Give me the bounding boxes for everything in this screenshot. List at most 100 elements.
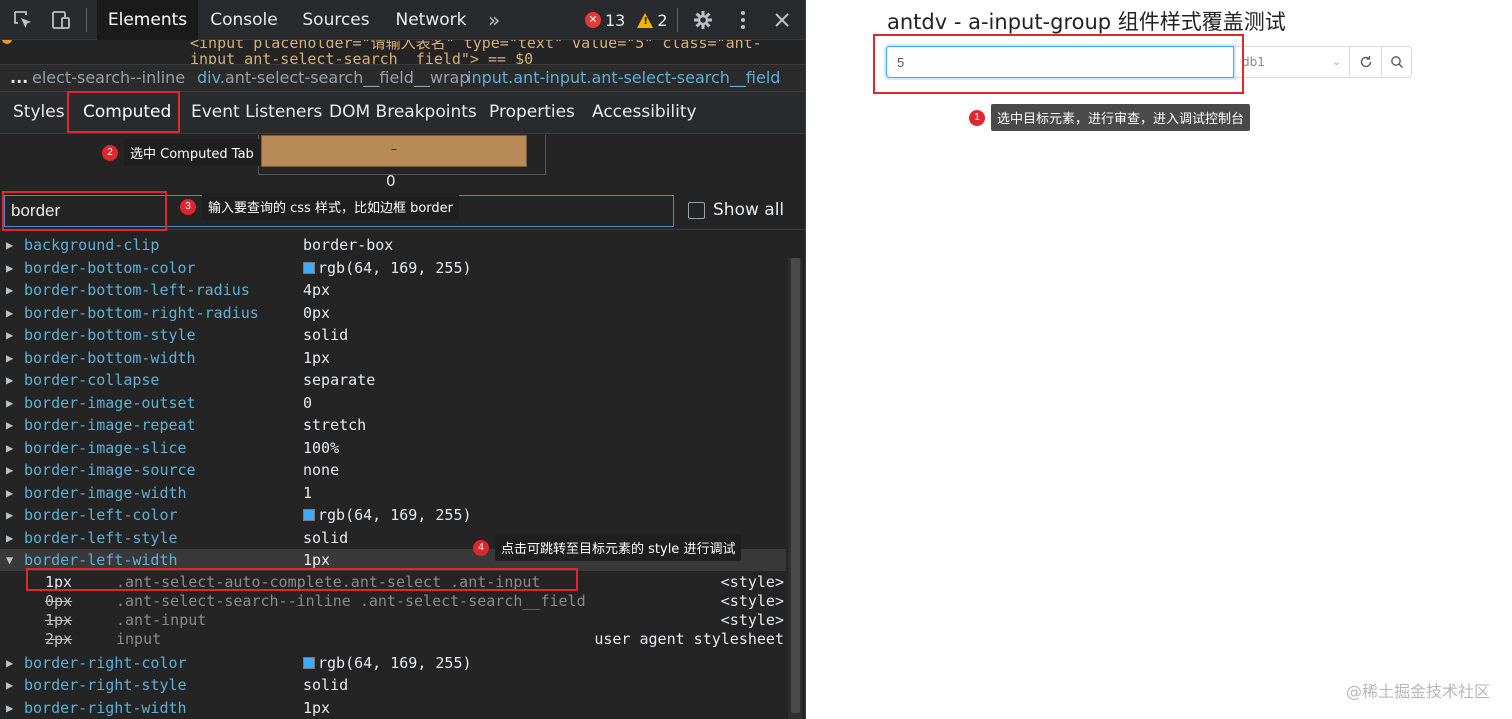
expand-triangle-icon[interactable]: ▶: [6, 652, 13, 674]
property-value-text: 1: [303, 483, 313, 502]
dom-code-line-2[interactable]: input ant-select-search__field"> == $0: [190, 50, 533, 64]
breadcrumb-item[interactable]: elect-search--inline: [32, 65, 185, 91]
property-value: separate: [303, 369, 375, 391]
show-all-checkbox[interactable]: [688, 201, 705, 219]
computed-property-row[interactable]: ▶ border-bottom-color rgb(64, 169, 255): [0, 257, 786, 279]
trace-source-link[interactable]: user agent stylesheet: [594, 630, 784, 649]
page-title: antdv - a-input-group 组件样式覆盖测试: [887, 10, 1286, 34]
computed-property-row[interactable]: ▶ border-bottom-width 1px: [0, 347, 786, 369]
computed-property-row[interactable]: ▶ background-clip border-box: [0, 234, 786, 256]
computed-property-row[interactable]: ▶ border-left-color rgb(64, 169, 255): [0, 504, 786, 526]
tab-accessibility[interactable]: Accessibility: [592, 92, 697, 134]
expand-triangle-icon[interactable]: ▶: [6, 459, 13, 481]
cascade-trace-row[interactable]: 0px .ant-select-search--inline .ant-selec…: [0, 592, 786, 611]
computed-property-row[interactable]: ▶ border-image-source none: [0, 459, 786, 481]
annotation-1: 1 选中目标元素，进行审查，进入调试控制台: [969, 104, 1251, 131]
trace-source-link[interactable]: <style>: [721, 592, 784, 611]
devtools-panel: Elements Console Sources Network » ✕ 13 …: [0, 0, 806, 719]
show-all-toggle[interactable]: Show all: [688, 200, 784, 220]
expand-triangle-icon[interactable]: ▶: [6, 279, 13, 301]
tab-styles[interactable]: Styles: [13, 92, 65, 134]
close-icon[interactable]: [767, 6, 797, 34]
computed-property-row[interactable]: ▶ border-bottom-left-radius 4px: [0, 279, 786, 301]
expand-triangle-icon[interactable]: ▶: [6, 302, 13, 324]
annotation-number: 2: [102, 144, 118, 161]
breadcrumb-item[interactable]: div.ant-select-search__field__wrap: [197, 65, 470, 91]
expand-triangle-icon[interactable]: ▶: [6, 697, 13, 719]
computed-property-row[interactable]: ▶ border-right-style solid: [0, 674, 786, 696]
expand-triangle-icon[interactable]: ▶: [6, 437, 13, 459]
tab-event-listeners[interactable]: Event Listeners: [191, 92, 322, 134]
expand-triangle-icon[interactable]: ▶: [6, 392, 13, 414]
annotation-tooltip: 选中 Computed Tab: [124, 139, 260, 166]
computed-property-row[interactable]: ▶ border-image-repeat stretch: [0, 414, 786, 436]
property-value-text: 0: [303, 393, 313, 412]
property-name: border-image-slice: [24, 438, 187, 457]
expand-triangle-icon[interactable]: ▶: [6, 414, 13, 436]
trace-highlight: [26, 568, 578, 591]
cascade-trace-row[interactable]: 2px input user agent stylesheet: [0, 630, 786, 649]
kebab-menu-icon[interactable]: [728, 6, 758, 34]
breadcrumb-ellipsis[interactable]: ...: [10, 65, 28, 91]
expand-triangle-icon[interactable]: ▶: [6, 347, 13, 369]
computed-property-row[interactable]: ▶ border-image-width 1: [0, 482, 786, 504]
scrollbar[interactable]: [788, 258, 802, 719]
expand-triangle-icon[interactable]: ▶: [6, 504, 13, 526]
color-swatch[interactable]: [303, 509, 315, 521]
gear-icon[interactable]: [688, 6, 718, 34]
database-select[interactable]: db1 ⌄: [1234, 46, 1350, 78]
refresh-button[interactable]: [1350, 46, 1382, 78]
annotation-tooltip: 点击可跳转至目标元素的 style 进行调试: [495, 534, 742, 561]
property-value-text: rgb(64, 169, 255): [318, 506, 472, 524]
expand-triangle-icon[interactable]: ▶: [6, 324, 13, 346]
computed-property-row[interactable]: ▶ border-bottom-style solid: [0, 324, 786, 346]
expand-triangle-icon[interactable]: ▶: [6, 369, 13, 391]
issues-counter[interactable]: ✕ 13 ! 2: [585, 9, 668, 31]
expand-triangle-icon[interactable]: ▶: [6, 674, 13, 696]
tab-sources[interactable]: Sources: [297, 0, 375, 40]
expand-triangle-open-icon[interactable]: ▼: [6, 549, 13, 571]
tab-network[interactable]: Network: [388, 0, 474, 40]
property-name: border-image-source: [24, 461, 196, 479]
computed-property-row[interactable]: ▶ border-right-width 1px: [0, 697, 786, 719]
search-button[interactable]: [1382, 46, 1412, 78]
watermark: @稀土掘金技术社区: [1345, 682, 1490, 701]
property-value-text: border-box: [303, 236, 394, 254]
property-value: 1: [303, 482, 312, 504]
property-value-text: 1px: [303, 551, 331, 569]
property-value: none: [303, 459, 339, 481]
device-toolbar-icon[interactable]: [46, 6, 76, 34]
tab-console[interactable]: Console: [204, 0, 284, 40]
breadcrumb-item-selected[interactable]: input.ant-input.ant-select-search__field: [467, 65, 780, 91]
target-input-highlight: [873, 34, 1244, 94]
tab-elements[interactable]: Elements: [97, 0, 198, 40]
trace-source-link[interactable]: <style>: [721, 611, 784, 630]
scrollbar-thumb[interactable]: [791, 258, 800, 713]
inspect-element-icon[interactable]: [8, 6, 38, 34]
property-value-text: solid: [303, 676, 349, 695]
toolbar-divider: [86, 8, 87, 32]
breadcrumb-tag: input: [467, 68, 509, 87]
cascade-trace-row[interactable]: 1px .ant-input <style>: [0, 611, 786, 630]
property-name: border-image-repeat: [24, 416, 196, 434]
computed-property-row[interactable]: ▶ border-collapse separate: [0, 369, 786, 391]
computed-property-row[interactable]: ▶ border-image-slice 100%: [0, 437, 786, 459]
property-name: border-collapse: [24, 371, 160, 389]
expand-triangle-icon[interactable]: ▶: [6, 234, 13, 256]
computed-property-row[interactable]: ▶ border-right-color rgb(64, 169, 255): [0, 652, 786, 674]
tab-properties[interactable]: Properties: [489, 92, 575, 134]
expand-triangle-icon[interactable]: ▶: [6, 527, 13, 549]
property-name: border-bottom-style: [24, 326, 196, 344]
expand-triangle-icon[interactable]: ▶: [6, 482, 13, 504]
expand-triangle-icon[interactable]: ▶: [6, 257, 13, 279]
computed-property-row[interactable]: ▶ border-image-outset 0: [0, 392, 786, 414]
tab-dom-breakpoints[interactable]: DOM Breakpoints: [329, 92, 477, 134]
property-value: 100%: [303, 437, 339, 459]
trace-source-link[interactable]: <style>: [721, 573, 784, 592]
property-value: 0: [303, 392, 312, 414]
more-tabs-icon[interactable]: »: [488, 0, 500, 40]
color-swatch[interactable]: [303, 656, 315, 669]
color-swatch[interactable]: [303, 261, 315, 274]
annotation-3: 3 输入要查询的 css 样式，比如边框 border: [180, 193, 460, 220]
computed-property-row[interactable]: ▶ border-bottom-right-radius 0px: [0, 302, 786, 324]
